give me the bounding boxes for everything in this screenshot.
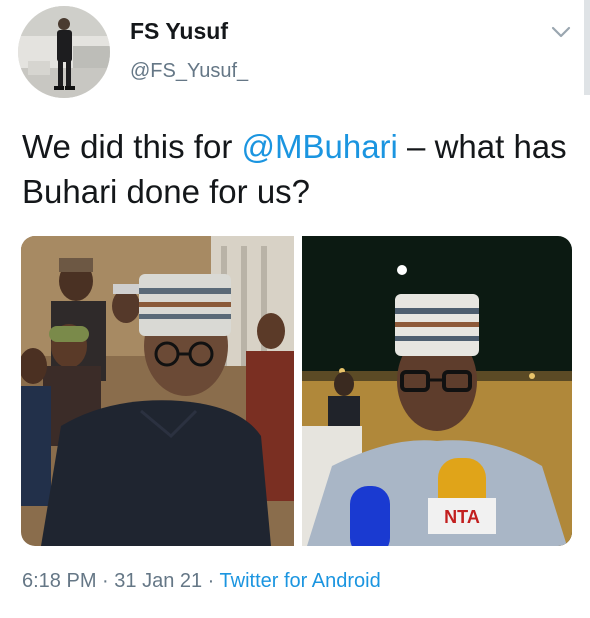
mic-logo: NTA: [444, 507, 480, 527]
author-handle[interactable]: @FS_Yusuf_: [130, 60, 248, 83]
tweet-text-start: We did this for: [22, 128, 242, 165]
meta-separator: ·: [96, 570, 115, 592]
author-name[interactable]: FS Yusuf: [130, 18, 228, 45]
scrollbar[interactable]: [584, 0, 590, 95]
avatar[interactable]: [18, 6, 110, 98]
media-image-right[interactable]: NTA: [302, 236, 572, 546]
tweet-text: We did this for @MBuhari – what has Buha…: [22, 124, 567, 214]
tweet-source-link[interactable]: Twitter for Android: [220, 570, 381, 592]
tweet-date[interactable]: 31 Jan 21: [114, 570, 202, 592]
photo-right: NTA: [302, 236, 572, 546]
meta-separator: ·: [202, 570, 220, 592]
avatar-photo: [18, 6, 110, 98]
photo-left: [21, 236, 294, 546]
tweet-meta: 6:18 PM · 31 Jan 21 · Twitter for Androi…: [22, 570, 381, 593]
media-image-left[interactable]: [21, 236, 294, 546]
mention-link[interactable]: @MBuhari: [241, 128, 397, 165]
tweet-time[interactable]: 6:18 PM: [22, 570, 96, 592]
chevron-down-icon[interactable]: [549, 22, 573, 42]
